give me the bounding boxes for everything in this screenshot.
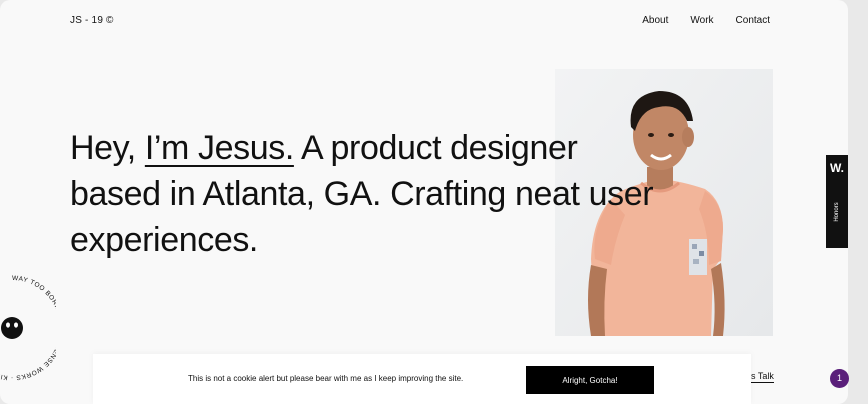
hero-line2: based in Atlanta, GA. Crafting neat user: [70, 175, 654, 213]
nav-about[interactable]: About: [642, 15, 668, 26]
lets-talk-link[interactable]: s Talk: [751, 371, 774, 383]
cookie-message: This is not a cookie alert but please be…: [188, 374, 464, 383]
nav-work[interactable]: Work: [690, 15, 713, 26]
hero-line1-rest: A product designer: [293, 129, 578, 167]
site-logo[interactable]: JS - 19 ©: [70, 15, 114, 26]
cookie-bar: This is not a cookie alert but please be…: [93, 354, 751, 404]
accept-cookie-button[interactable]: Alright, Gotcha!: [526, 366, 654, 394]
nav-contact[interactable]: Contact: [736, 15, 770, 26]
badge-letter: W.: [830, 161, 844, 175]
hero-intro: Hey,: [70, 129, 145, 167]
hero-name-link[interactable]: I’m Jesus.: [145, 129, 294, 167]
main-nav: About Work Contact: [642, 15, 770, 26]
hero-line3: experiences.: [70, 221, 258, 259]
page: JS - 19 © About Work Contact Hey, I’m Je…: [0, 0, 848, 404]
honors-badge[interactable]: W. Honors: [826, 155, 848, 248]
smiley-icon: [1, 317, 23, 339]
rotating-stamp: WAY TOO BORING · NON SENSE WORKS · KILL: [0, 270, 64, 386]
notification-badge[interactable]: 1: [830, 369, 849, 388]
hero-heading: Hey, I’m Jesus. A product designer based…: [70, 125, 670, 263]
badge-label: Honors: [834, 202, 840, 222]
